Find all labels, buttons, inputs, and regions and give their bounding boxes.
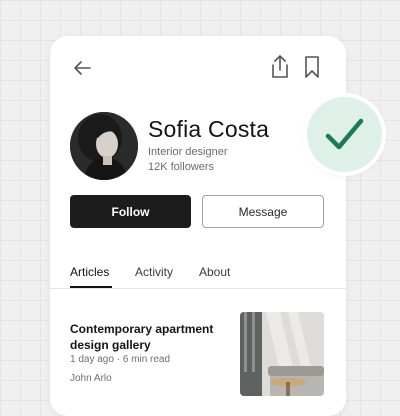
tab-activity[interactable]: Activity	[135, 265, 173, 279]
tab-about[interactable]: About	[199, 265, 230, 279]
checkmark-icon	[325, 118, 364, 150]
back-arrow-icon[interactable]	[70, 56, 94, 80]
share-icon[interactable]	[268, 54, 292, 80]
tabs-divider	[50, 288, 346, 289]
article-thumbnail[interactable]	[240, 312, 324, 396]
profile-role: Interior designer	[148, 146, 228, 158]
follow-button[interactable]: Follow	[70, 195, 191, 228]
bookmark-icon[interactable]	[302, 55, 322, 79]
profile-card: Sofia Costa Interior designer 12K follow…	[50, 36, 346, 416]
follower-count: 12K followers	[148, 161, 215, 173]
interior-photo-icon	[240, 312, 324, 396]
avatar	[70, 112, 138, 180]
article-title[interactable]: Contemporary apartment design gallery	[70, 321, 220, 353]
article-author: John Arlo	[70, 373, 112, 384]
tab-articles[interactable]: Articles	[70, 265, 109, 279]
message-button[interactable]: Message	[202, 195, 324, 228]
avatar-portrait-icon	[70, 112, 138, 180]
verified-badge	[307, 97, 382, 172]
profile-name: Sofia Costa	[148, 116, 270, 142]
article-meta: 1 day ago · 6 min read	[70, 354, 171, 365]
